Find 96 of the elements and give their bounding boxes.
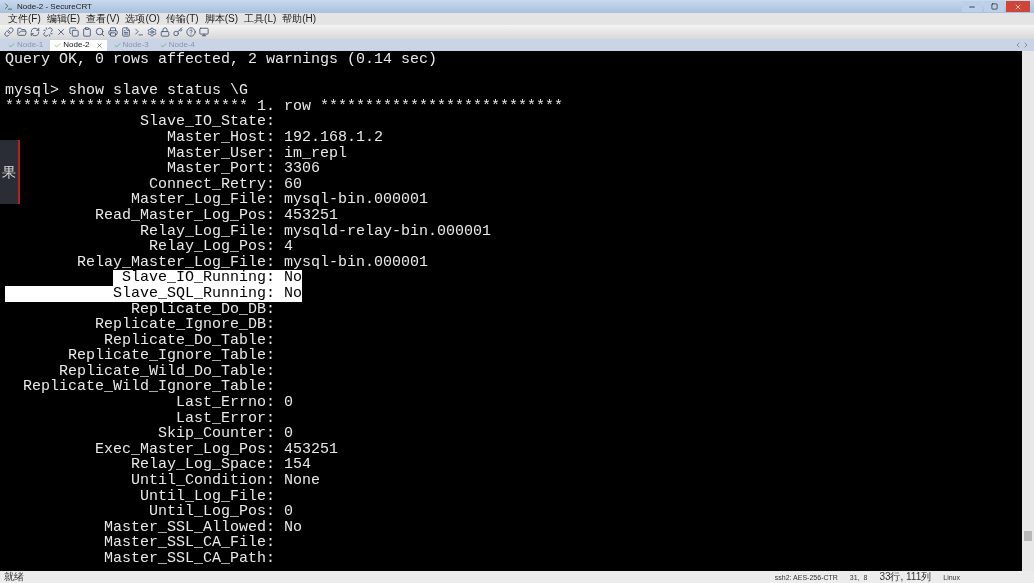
key-icon[interactable] xyxy=(173,27,183,37)
connect-icon[interactable] xyxy=(4,27,14,37)
session-tab[interactable]: Node-2 xyxy=(50,39,107,51)
field-label: Slave_SQL_Running: xyxy=(113,285,276,302)
window-title: Node-2 - SecureCRT xyxy=(17,2,92,11)
settings-icon[interactable] xyxy=(147,27,157,37)
check-icon xyxy=(54,41,62,49)
field-value: mysql-bin.000001 xyxy=(284,254,429,271)
field-label: Replicate_Do_Table: xyxy=(104,332,276,349)
reconnect-icon[interactable] xyxy=(30,27,40,37)
menu-item[interactable]: 工具(L) xyxy=(244,14,277,24)
field-label: Master_Port: xyxy=(167,161,276,177)
scrollbar[interactable] xyxy=(1022,51,1034,571)
field-value: 60 xyxy=(284,176,303,193)
field-label: Relay_Log_Space: xyxy=(131,457,276,474)
field-label: Replicate_Wild_Do_Table: xyxy=(59,363,276,380)
terminal-size: 33行, 111列 xyxy=(879,572,932,582)
close-icon xyxy=(1014,2,1022,11)
menu-item[interactable]: 编辑(E) xyxy=(46,14,81,24)
restore-icon xyxy=(990,3,998,10)
check-icon xyxy=(113,41,121,49)
field-value: None xyxy=(284,473,321,489)
terminal-text: *************************** 1. row *************************** xyxy=(5,97,564,115)
menu-item[interactable]: 选项(O) xyxy=(125,14,160,24)
field-label: Connect_Retry: xyxy=(149,176,276,193)
field-label: Replicate_Ignore_DB: xyxy=(95,317,276,333)
folder-icon[interactable] xyxy=(17,27,27,37)
field-label: Slave_IO_Running: xyxy=(122,270,276,286)
terminal-icon[interactable] xyxy=(134,27,144,37)
field-value: 453251 xyxy=(284,207,339,224)
menu-item[interactable]: 脚本(S) xyxy=(204,14,239,24)
field-label: Master_SSL_Allowed: xyxy=(104,519,276,536)
paste-icon[interactable] xyxy=(82,27,92,37)
disconnect-icon[interactable] xyxy=(43,27,53,37)
field-label: Until_Log_Pos: xyxy=(149,504,276,520)
terminal-text: Query OK, 0 rows affected, 2 warnings (0.14 sec) xyxy=(5,51,438,68)
menu-item[interactable]: 文件(F) xyxy=(8,14,41,24)
field-label: Master_User: xyxy=(167,145,276,162)
field-label: Master_SSL_CA_File: xyxy=(104,535,276,551)
help-icon[interactable] xyxy=(186,27,196,37)
restore-button[interactable] xyxy=(984,1,1004,12)
check-icon xyxy=(159,41,167,49)
terminal-text: mysql> show slave status \G xyxy=(5,82,249,100)
menu-item[interactable]: 传输(T) xyxy=(165,14,199,24)
field-label: Until_Condition: xyxy=(131,473,276,489)
app-icon xyxy=(4,2,13,11)
field-value: im_repl xyxy=(284,145,348,162)
field-value: No xyxy=(284,270,303,286)
field-label: Skip_Counter: xyxy=(158,426,276,442)
printer-icon[interactable] xyxy=(108,27,118,37)
close-icon[interactable] xyxy=(56,27,66,37)
field-value: 154 xyxy=(284,457,312,474)
monitor-icon[interactable] xyxy=(199,27,209,37)
field-label: Relay_Master_Log_File: xyxy=(77,254,276,271)
side-tab[interactable]: 果 xyxy=(0,140,20,204)
field-label: Until_Log_File: xyxy=(140,488,276,505)
search-icon[interactable] xyxy=(95,27,105,37)
document-icon[interactable] xyxy=(121,27,131,37)
field-value: 0 xyxy=(284,504,294,520)
field-label: Master_SSL_CA_Path: xyxy=(104,551,276,567)
status-text: 就绪 xyxy=(4,572,24,582)
lock-icon[interactable] xyxy=(160,27,170,37)
close-button[interactable] xyxy=(1006,1,1030,12)
tab-label: Node-2 xyxy=(63,41,90,49)
field-label: Master_Host: xyxy=(167,129,276,146)
close-tab-icon[interactable] xyxy=(95,41,103,49)
field-label: Relay_Log_File: xyxy=(140,223,276,240)
menu-item[interactable]: 查看(V) xyxy=(86,14,120,24)
check-icon xyxy=(8,41,15,49)
tab-label: Node-4 xyxy=(168,41,195,49)
field-label: Last_Errno: xyxy=(176,395,276,411)
field-label: Replicate_Wild_Ignore_Table: xyxy=(23,379,276,396)
field-value: 0 xyxy=(284,395,294,411)
field-value: No xyxy=(284,285,303,302)
field-label: Slave_IO_State: xyxy=(140,114,276,130)
field-label: Replicate_Do_DB: xyxy=(131,301,276,318)
field-label: Read_Master_Log_Pos: xyxy=(95,207,276,224)
field-label: Replicate_Ignore_Table: xyxy=(68,348,276,364)
minimize-button[interactable] xyxy=(962,1,982,12)
field-value: 4 xyxy=(284,239,294,255)
field-value: 3306 xyxy=(284,161,321,177)
field-value: 192.168.1.2 xyxy=(284,129,384,146)
field-label: Relay_Log_Pos: xyxy=(149,239,276,255)
tab-label: Node-1 xyxy=(17,41,44,49)
menu-item[interactable]: 帮助(H) xyxy=(282,14,317,24)
field-value: 0 xyxy=(284,426,294,442)
field-value: mysqld-relay-bin.000001 xyxy=(284,223,492,240)
copy-icon[interactable] xyxy=(69,27,79,37)
field-value: mysql-bin.000001 xyxy=(284,192,429,208)
field-label: Last_Error: xyxy=(176,410,276,427)
field-label: Exec_Master_Log_Pos: xyxy=(95,441,276,458)
field-value: No xyxy=(284,519,303,536)
scroll-right-icon[interactable] xyxy=(1022,41,1030,49)
scroll-left-icon[interactable] xyxy=(1014,41,1022,49)
field-label: Master_Log_File: xyxy=(131,192,276,208)
field-value: 453251 xyxy=(284,441,339,458)
